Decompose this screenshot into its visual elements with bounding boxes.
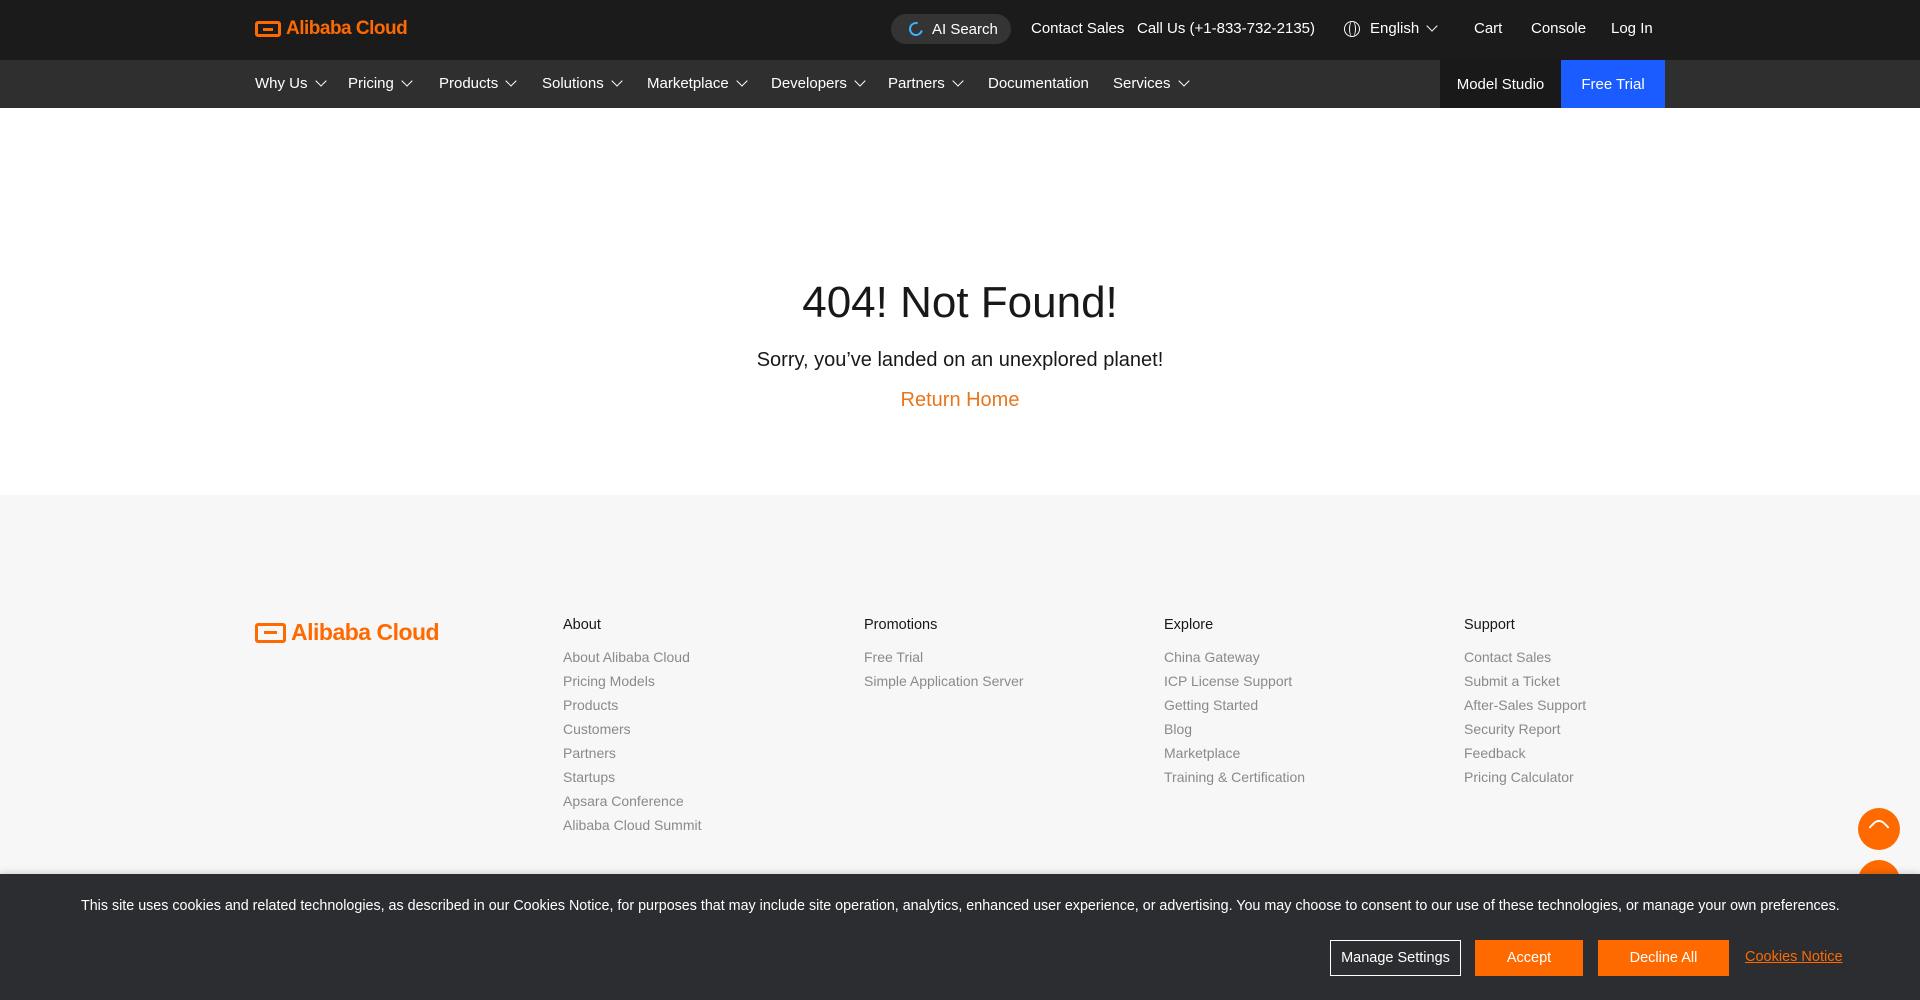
footer-link[interactable]: ICP License Support xyxy=(1164,673,1305,697)
ai-search-button[interactable]: AI Search xyxy=(891,14,1011,44)
footer-link[interactable]: Contact Sales xyxy=(1464,649,1586,673)
footer-link[interactable]: Submit a Ticket xyxy=(1464,673,1586,697)
cookie-banner-text: This site uses cookies and related techn… xyxy=(81,898,1840,914)
chevron-down-icon xyxy=(505,75,517,87)
footer-link[interactable]: Startups xyxy=(563,769,702,793)
nav-pricing[interactable]: Pricing xyxy=(348,75,413,92)
nav-label: Why Us xyxy=(255,75,308,92)
chevron-down-icon xyxy=(854,75,866,87)
language-selector[interactable]: English xyxy=(1370,20,1438,37)
footer-link[interactable]: Partners xyxy=(563,745,702,769)
footer-link[interactable]: Simple Application Server xyxy=(864,673,1024,697)
footer-link[interactable]: Alibaba Cloud Summit xyxy=(563,817,702,841)
footer-link[interactable]: Customers xyxy=(563,721,702,745)
floating-call-button[interactable] xyxy=(1858,808,1900,850)
alibaba-cloud-logo[interactable]: Alibaba Cloud xyxy=(255,18,408,40)
footer-column-heading: Promotions xyxy=(864,617,938,633)
nav-partners[interactable]: Partners xyxy=(888,75,964,92)
footer-logo-text: Alibaba Cloud xyxy=(291,619,440,645)
footer-link[interactable]: Free Trial xyxy=(864,649,1024,673)
console-link[interactable]: Console xyxy=(1531,20,1586,37)
footer-column-about: About About Alibaba Cloud Pricing Models… xyxy=(563,617,702,841)
globe-icon xyxy=(1344,21,1360,37)
cart-link[interactable]: Cart xyxy=(1474,20,1502,37)
nav-developers[interactable]: Developers xyxy=(771,75,866,92)
page-title: 404! Not Found! xyxy=(802,278,1118,327)
ai-search-label: AI Search xyxy=(932,20,998,38)
ai-search-icon xyxy=(906,19,926,39)
nav-label: Pricing xyxy=(348,75,394,92)
footer-link[interactable]: Pricing Models xyxy=(563,673,702,697)
manage-settings-button[interactable]: Manage Settings xyxy=(1330,940,1461,976)
nav-label: Products xyxy=(439,75,499,92)
alibaba-cloud-logo-icon xyxy=(255,21,281,37)
call-us-link[interactable]: Call Us (+1-833-732-2135) xyxy=(1137,20,1315,37)
footer-link[interactable]: Marketplace xyxy=(1164,745,1305,769)
chevron-down-icon xyxy=(736,75,748,87)
chevron-down-icon xyxy=(314,75,327,87)
footer-link[interactable]: Products xyxy=(563,697,702,721)
footer-link[interactable]: After-Sales Support xyxy=(1464,697,1586,721)
nav-label: Solutions xyxy=(542,75,604,92)
nav-label: Services xyxy=(1113,75,1171,92)
phone-icon xyxy=(1867,816,1891,840)
nav-services[interactable]: Services xyxy=(1113,75,1190,92)
main-nav: Why Us Pricing Products Solutions Market… xyxy=(0,60,1920,108)
top-bar: Alibaba Cloud AI Search Contact Sales Ca… xyxy=(0,0,1920,60)
login-link[interactable]: Log In xyxy=(1611,20,1653,37)
nav-label: Partners xyxy=(888,75,945,92)
accept-cookies-button[interactable]: Accept xyxy=(1475,940,1583,976)
nav-label: Marketplace xyxy=(647,75,729,92)
nav-marketplace[interactable]: Marketplace xyxy=(647,75,748,92)
chevron-down-icon xyxy=(1177,75,1190,87)
footer-link[interactable]: Feedback xyxy=(1464,745,1586,769)
cookie-banner: This site uses cookies and related techn… xyxy=(0,874,1920,1000)
chevron-down-icon xyxy=(611,75,623,87)
footer-column-explore: Explore China Gateway ICP License Suppor… xyxy=(1164,617,1305,793)
model-studio-button[interactable]: Model Studio xyxy=(1440,60,1561,108)
footer-link[interactable]: Pricing Calculator xyxy=(1464,769,1586,793)
chevron-down-icon xyxy=(1426,20,1438,32)
footer-link[interactable]: Training & Certification xyxy=(1164,769,1305,793)
footer-column-promotions: Promotions Free Trial Simple Application… xyxy=(864,617,1024,697)
footer-column-support: Support Contact Sales Submit a Ticket Af… xyxy=(1464,617,1586,793)
cookies-notice-link[interactable]: Cookies Notice xyxy=(1745,949,1843,965)
decline-all-button[interactable]: Decline All xyxy=(1598,940,1729,976)
nav-solutions[interactable]: Solutions xyxy=(542,75,623,92)
footer-link[interactable]: Apsara Conference xyxy=(563,793,702,817)
footer-link[interactable]: About Alibaba Cloud xyxy=(563,649,702,673)
footer-link[interactable]: Blog xyxy=(1164,721,1305,745)
footer-logo[interactable]: Alibaba Cloud xyxy=(255,619,440,646)
free-trial-button[interactable]: Free Trial xyxy=(1561,60,1665,108)
return-home-link[interactable]: Return Home xyxy=(901,389,1020,411)
nav-documentation[interactable]: Documentation xyxy=(988,75,1089,92)
footer-link[interactable]: Security Report xyxy=(1464,721,1586,745)
logo-text: Alibaba Cloud xyxy=(286,18,408,39)
nav-label: Developers xyxy=(771,75,847,92)
chevron-down-icon xyxy=(401,75,413,87)
footer-column-heading: Support xyxy=(1464,617,1515,633)
alibaba-cloud-logo-icon xyxy=(255,622,286,643)
contact-sales-link[interactable]: Contact Sales xyxy=(1031,20,1124,37)
chevron-down-icon xyxy=(952,75,964,87)
footer-link[interactable]: Getting Started xyxy=(1164,697,1305,721)
footer-link[interactable]: China Gateway xyxy=(1164,649,1305,673)
return-home-wrapper: Return Home xyxy=(0,389,1920,412)
nav-why-us[interactable]: Why Us xyxy=(255,75,327,92)
footer-column-heading: Explore xyxy=(1164,617,1214,633)
nav-products[interactable]: Products xyxy=(439,75,517,92)
page-subtitle: Sorry, you’ve landed on an unexplored pl… xyxy=(756,349,1164,371)
not-found-section: 404! Not Found! Sorry, you’ve landed on … xyxy=(0,108,1920,495)
language-label: English xyxy=(1370,20,1420,37)
footer-column-heading: About xyxy=(563,617,601,633)
